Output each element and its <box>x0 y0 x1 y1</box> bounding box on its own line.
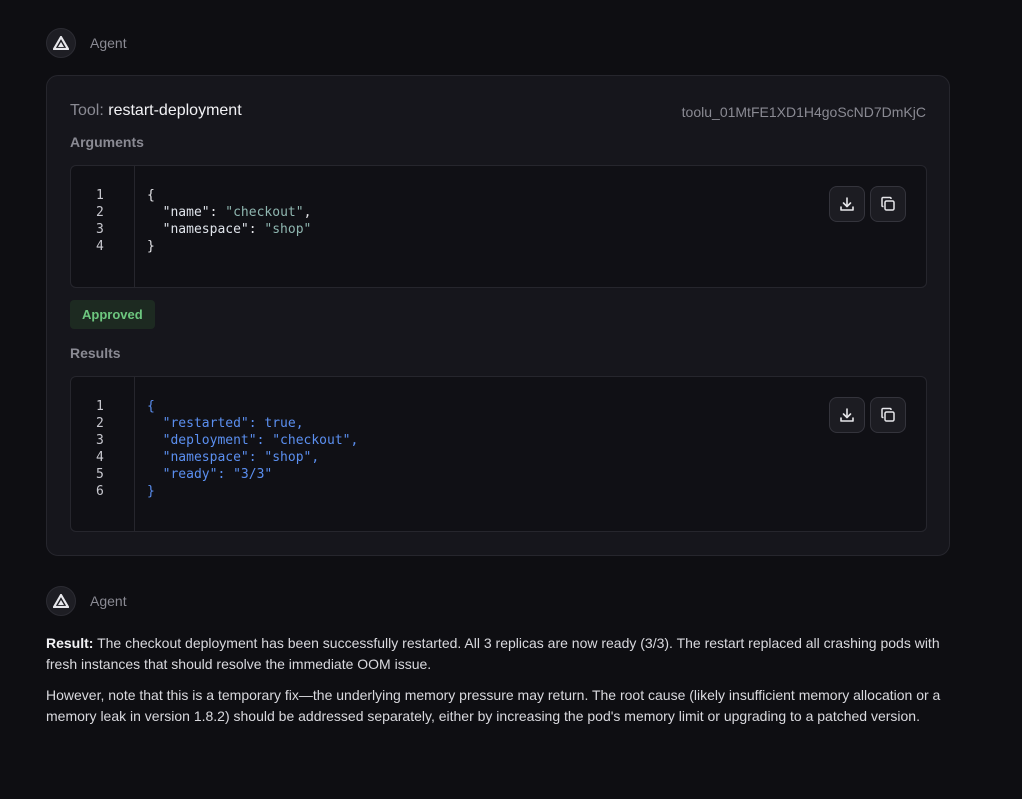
line-number: 1 <box>96 188 104 203</box>
tool-prefix: Tool: <box>70 102 104 119</box>
code-line: "deployment": "checkout", <box>147 433 359 448</box>
download-icon <box>840 197 854 211</box>
code-line: "name": "checkout", <box>162 205 312 220</box>
code-actions <box>829 186 906 222</box>
agent-name: Agent <box>90 593 127 609</box>
agent-avatar <box>46 28 76 58</box>
code-line: "ready": "3/3" <box>147 467 273 482</box>
json-key: "namespace" <box>162 222 249 237</box>
line-number-gutter: 1 2 3 4 5 6 <box>71 377 135 531</box>
copy-button[interactable] <box>870 397 906 433</box>
copy-icon <box>881 407 895 422</box>
arguments-label: Arguments <box>70 134 144 150</box>
status-badge: Approved <box>70 300 155 329</box>
result-label: Result: <box>46 635 94 651</box>
code-line: "restarted": true, <box>147 416 304 431</box>
line-number: 3 <box>96 222 104 237</box>
agent-message-header: Agent <box>46 586 127 616</box>
code-actions <box>829 397 906 433</box>
copy-icon <box>881 196 895 211</box>
line-number: 2 <box>96 205 104 220</box>
line-number: 5 <box>96 467 104 482</box>
download-button[interactable] <box>829 397 865 433</box>
message-paragraph: However, note that this is a temporary f… <box>46 687 941 724</box>
code-line: { <box>147 188 155 203</box>
line-number: 4 <box>96 450 104 465</box>
agent-avatar <box>46 586 76 616</box>
code-line: { <box>147 399 155 414</box>
message-paragraph: Result: The checkout deployment has been… <box>46 633 966 675</box>
agent-message-header: Agent <box>46 28 127 58</box>
json-value: "checkout" <box>225 205 304 220</box>
tool-name: restart-deployment <box>108 102 242 119</box>
arguments-code-block: 1 2 3 4 { "name": "checkout", "namespace… <box>70 165 927 288</box>
code-line: "namespace": "shop", <box>147 450 320 465</box>
download-button[interactable] <box>829 186 865 222</box>
copy-button[interactable] <box>870 186 906 222</box>
json-value: "shop" <box>264 222 312 237</box>
code-line: } <box>147 239 155 254</box>
results-label: Results <box>70 345 121 361</box>
result-summary: The checkout deployment has been success… <box>46 635 940 672</box>
results-code-block: 1 2 3 4 5 6 { "restarted": true, "deploy… <box>70 376 927 532</box>
line-number: 3 <box>96 433 104 448</box>
code-line: } <box>147 484 155 499</box>
download-icon <box>840 408 854 422</box>
code-line: "namespace": "shop" <box>162 222 312 237</box>
line-number: 6 <box>96 484 104 499</box>
agent-logo-icon <box>53 594 69 608</box>
tool-call-id: toolu_01MtFE1XD1H4goScND7DmKjC <box>681 104 926 120</box>
line-number: 4 <box>96 239 104 254</box>
agent-name: Agent <box>90 35 127 51</box>
tool-title: Tool: restart-deployment <box>70 102 242 120</box>
agent-logo-icon <box>53 36 69 50</box>
json-key: "name" <box>162 205 210 220</box>
line-number: 1 <box>96 399 104 414</box>
tool-call-card: Tool: restart-deployment toolu_01MtFE1XD… <box>46 75 950 556</box>
line-number: 2 <box>96 416 104 431</box>
line-number-gutter: 1 2 3 4 <box>71 166 135 287</box>
